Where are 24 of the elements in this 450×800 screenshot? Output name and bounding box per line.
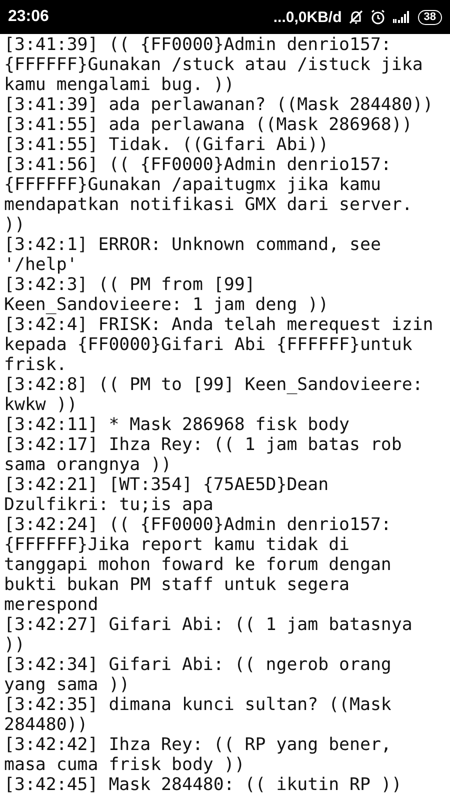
chat-message: [3:42:3] (( PM from [99] Keen_Sandovieere: 1 jam deng )) [4, 275, 330, 315]
chat-message: [3:42:8] (( PM to [99] Keen_Sandovieere: kwkw )) [4, 375, 424, 415]
chat-message: [3:42:35] dimana kunci sultan? ((Mask 284480)) [4, 695, 392, 735]
chat-message: [3:42:24] (( {FF0000}Admin denrio157: {FFFFFF}Jika report kamu tidak di tanggapi mohon foward ke forum dengan bukti bukan PM staff untuk segera merespond [4, 515, 392, 615]
chat-message: [3:41:55] Tidak. ((Gifari Abi)) [4, 135, 330, 155]
chat-message: [3:42:17] Ihza Rey: (( 1 jam batas rob sama orangnya )) [4, 435, 403, 475]
chat-message: [3:42:45] Mask 284480: (( ikutin RP )) [4, 775, 403, 795]
network-speed: ...0,0KB/d [273, 8, 342, 26]
chat-message: [3:41:56] (( {FF0000}Admin denrio157: {FFFFFF}Gunakan /apaitugmx jika kamu mendapatkan notifikasi GMX dari server. )) [4, 155, 414, 235]
chat-message: [3:42:4] FRISK: Anda telah merequest izin kepada {FF0000}Gifari Abi {FFFFFF}untuk frisk. [4, 315, 434, 375]
chat-message: [3:41:39] ada perlawanan? ((Mask 284480)) [4, 95, 434, 115]
chat-message: [3:42:11] * Mask 286968 fisk body [4, 415, 351, 435]
chat-message: [3:41:55] ada perlawana ((Mask 286968)) [4, 115, 414, 135]
chat-message: [3:42:42] Ihza Rey: (( RP yang bener, masa cuma frisk body )) [4, 735, 392, 775]
clock-time: 23:06 [8, 8, 50, 26]
chat-message: [3:41:39] (( {FF0000}Admin denrio157: {FFFFFF}Gunakan /stuck atau /istuck jika kamu mengalami bug. )) [4, 35, 424, 95]
alarm-icon [370, 9, 386, 25]
muted-bell-icon [348, 9, 364, 25]
signal-icon [392, 9, 412, 25]
chat-message: [3:42:27] Gifari Abi: (( 1 jam batasnya )) [4, 615, 414, 655]
chat-message: [3:42:34] Gifari Abi: (( ngerob orang yang sama )) [4, 655, 392, 695]
chat-message: [3:42:1] ERROR: Unknown command, see '/help' [4, 235, 382, 275]
chat-message: [3:42:21] [WT:354] {75AE5D}Dean Dzulfikri: tu;is apa [4, 475, 330, 515]
battery-level: 38 [418, 10, 442, 24]
